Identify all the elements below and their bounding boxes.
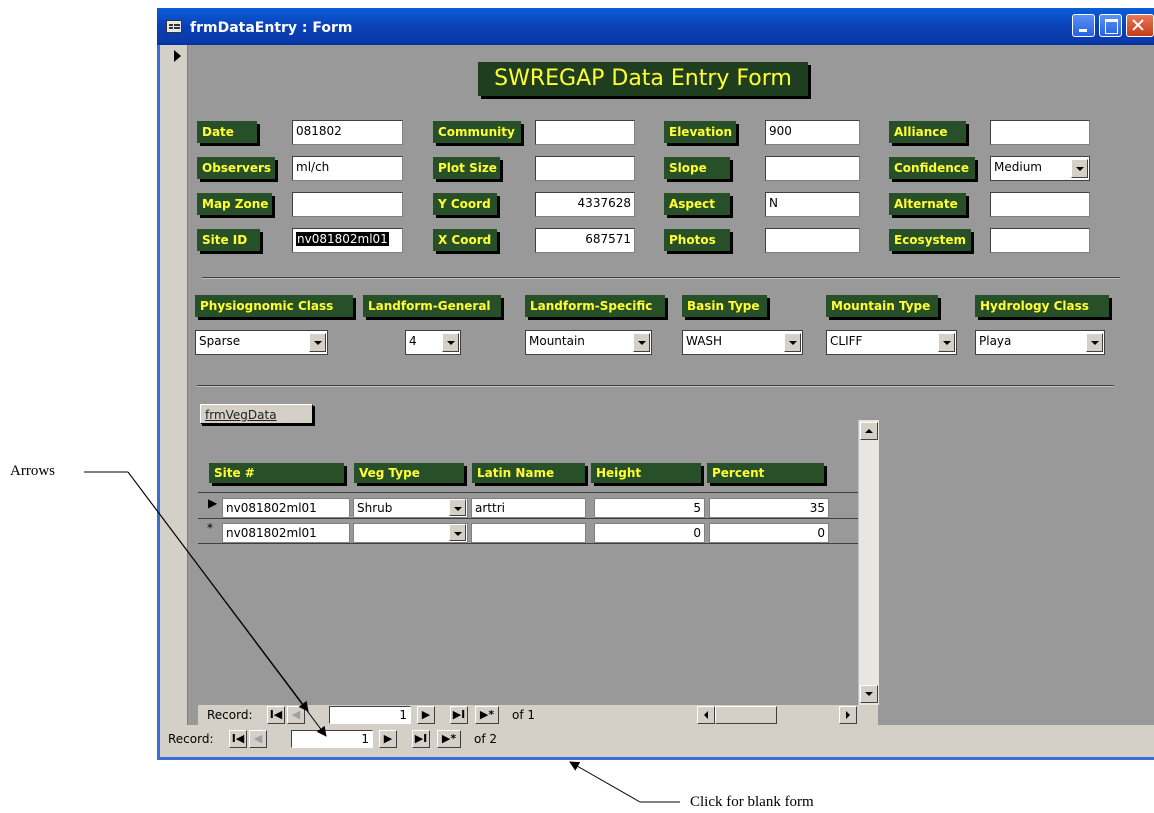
annotation-arrows — [84, 471, 680, 803]
